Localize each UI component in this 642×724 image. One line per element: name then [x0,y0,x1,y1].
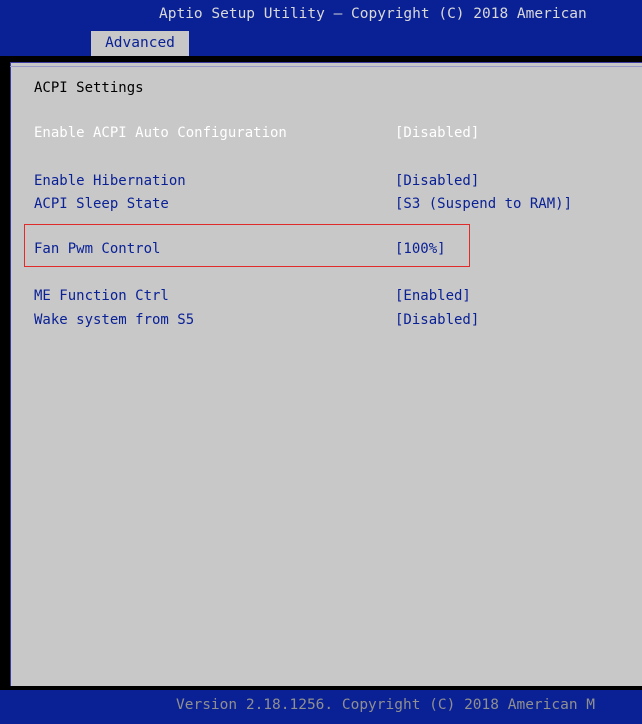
setting-label: Wake system from S5 [34,312,195,328]
setting-row-acpi-auto-config[interactable]: Enable ACPI Auto Configuration [Disabled… [34,123,634,143]
setting-value[interactable]: [Disabled] [395,123,479,143]
setting-label: ME Function Ctrl [34,288,169,304]
setting-label: Enable ACPI Auto Configuration [34,125,287,141]
setting-row-me-function[interactable]: ME Function Ctrl [Enabled] [34,286,634,306]
setting-value[interactable]: [100%] [395,239,446,259]
panel-divider [10,66,642,67]
setting-value[interactable]: [Disabled] [395,171,479,191]
setting-value[interactable]: [S3 (Suspend to RAM)] [395,194,572,214]
setting-label: Fan Pwm Control [34,241,161,257]
header-title: Aptio Setup Utility – Copyright (C) 2018… [159,6,587,22]
setting-row-sleep-state[interactable]: ACPI Sleep State [S3 (Suspend to RAM)] [34,194,634,214]
setting-label: ACPI Sleep State [34,196,169,212]
setting-value[interactable]: [Enabled] [395,286,471,306]
setting-value[interactable]: [Disabled] [395,310,479,330]
setting-row-hibernation[interactable]: Enable Hibernation [Disabled] [34,171,634,191]
footer-version: Version 2.18.1256. Copyright (C) 2018 Am… [176,697,596,713]
setting-label: Enable Hibernation [34,173,186,189]
settings-panel [10,62,642,686]
setting-row-fan-pwm[interactable]: Fan Pwm Control [100%] [34,239,634,259]
tab-advanced[interactable]: Advanced [91,31,189,56]
section-title: ACPI Settings [34,80,144,96]
setting-row-wake-s5[interactable]: Wake system from S5 [Disabled] [34,310,634,330]
